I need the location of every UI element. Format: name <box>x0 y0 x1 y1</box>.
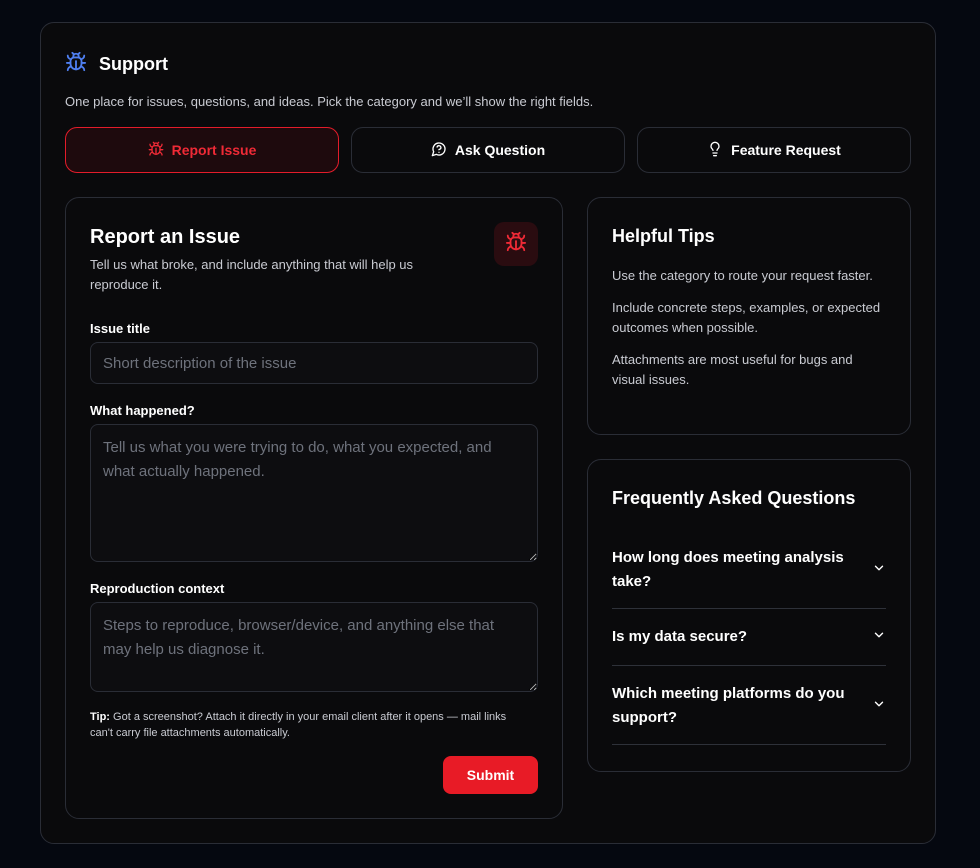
tip-label: Tip: <box>90 711 110 723</box>
tab-label: Feature Request <box>731 142 841 158</box>
faq-question: How long does meeting analysis take? <box>612 549 844 590</box>
what-happened-label: What happened? <box>90 403 195 418</box>
tips-list: Use the category to route your request f… <box>612 266 882 402</box>
category-tabs: Report Issue Ask Question Feature Reques… <box>65 127 911 173</box>
tab-ask-question[interactable]: Ask Question <box>351 127 625 173</box>
faq-question: Which meeting platforms do you support? <box>612 685 845 726</box>
issue-title-input[interactable] <box>90 342 538 384</box>
faq-list: How long does meeting analysis take? Is … <box>612 536 886 745</box>
tab-label: Ask Question <box>454 142 546 158</box>
bug-icon <box>65 51 87 78</box>
form-title: Report an Issue <box>90 226 241 248</box>
reproduction-context-label: Reproduction context <box>90 581 225 596</box>
reproduction-context-textarea[interactable] <box>90 602 538 692</box>
chevron-down-icon <box>872 628 886 647</box>
attachment-tip: Tip: Got a screenshot? Attach it directl… <box>90 709 530 741</box>
tab-report-issue[interactable]: Report Issue <box>65 127 339 173</box>
form-description: Tell us what broke, and include anything… <box>90 257 414 292</box>
page-subtitle: One place for issues, questions, and ide… <box>65 94 594 109</box>
chevron-down-icon <box>872 561 886 580</box>
tab-feature-request[interactable]: Feature Request <box>637 127 911 173</box>
tip-item: Include concrete steps, examples, or exp… <box>612 300 881 335</box>
faq-question: Is my data secure? <box>612 628 748 645</box>
chevron-down-icon <box>872 697 886 716</box>
lightbulb-icon <box>707 141 723 160</box>
bug-icon <box>148 141 164 160</box>
tip-text: Got a screenshot? Attach it directly in … <box>90 711 507 739</box>
submit-button[interactable]: Submit <box>443 756 538 794</box>
faq-item[interactable]: How long does meeting analysis take? <box>612 536 886 609</box>
tip-item: Use the category to route your request f… <box>612 268 873 283</box>
issue-title-label: Issue title <box>90 321 150 336</box>
tab-label: Report Issue <box>171 142 257 158</box>
faq-item[interactable]: Is my data secure? <box>612 609 886 666</box>
report-issue-form: Report an Issue Tell us what broke, and … <box>65 197 563 819</box>
tip-item: Attachments are most useful for bugs and… <box>612 352 853 387</box>
tips-title: Helpful Tips <box>612 226 715 246</box>
faq-card: Frequently Asked Questions How long does… <box>587 459 911 772</box>
faq-title: Frequently Asked Questions <box>612 488 856 508</box>
page-title: Support <box>99 54 168 74</box>
bug-icon <box>505 231 527 258</box>
chat-bubble-icon <box>431 141 447 160</box>
bug-badge <box>494 222 538 266</box>
helpful-tips-card: Helpful Tips Use the category to route y… <box>587 197 911 435</box>
what-happened-textarea[interactable] <box>90 424 538 562</box>
support-header: Support <box>65 51 168 78</box>
support-panel: Support One place for issues, questions,… <box>40 22 936 844</box>
faq-item[interactable]: Which meeting platforms do you support? <box>612 666 886 745</box>
